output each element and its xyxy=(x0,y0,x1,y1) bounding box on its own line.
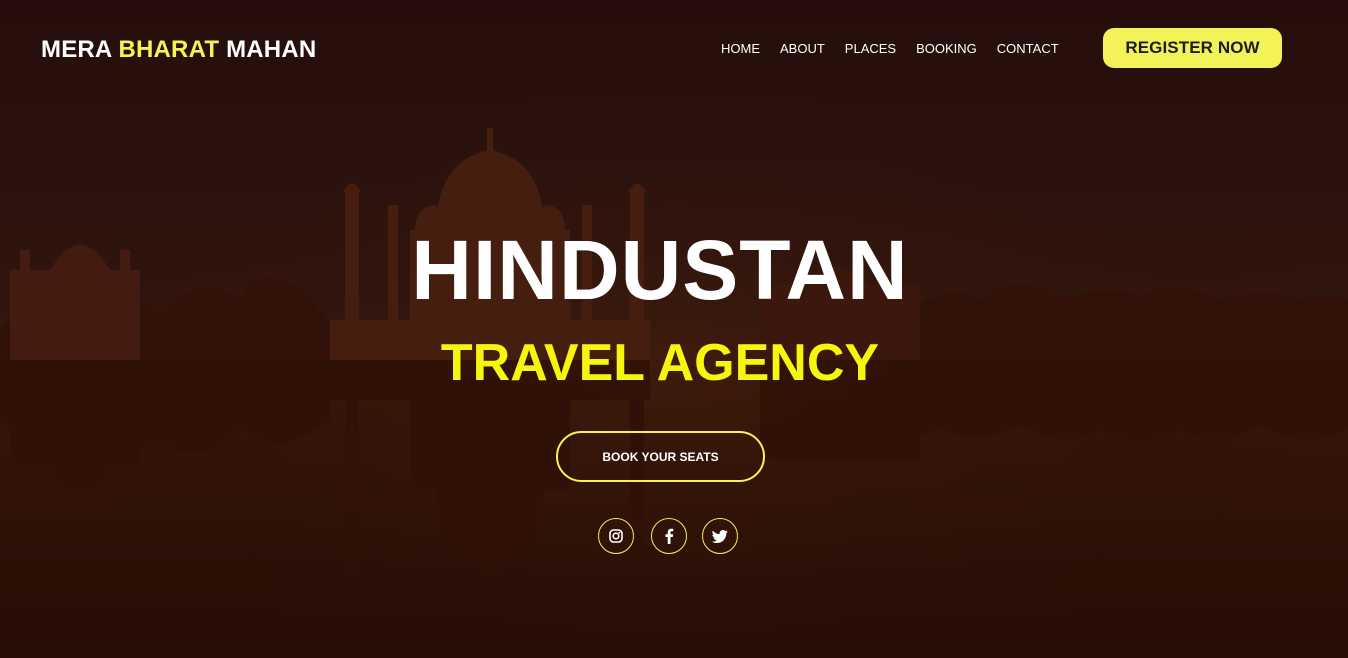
twitter-icon xyxy=(712,529,728,543)
nav-link-booking[interactable]: BOOKING xyxy=(916,41,977,56)
brand-logo[interactable]: MERA BHARAT MAHAN xyxy=(41,36,316,64)
brand-text-highlight: BHARAT xyxy=(118,36,220,63)
nav-link-places[interactable]: PLACES xyxy=(845,41,896,56)
hero-subtitle: TRAVEL AGENCY xyxy=(440,334,880,392)
navbar: MERA BHARAT MAHAN HOME ABOUT PLACES BOOK… xyxy=(0,0,1348,100)
brand-text-part2: MAHAN xyxy=(219,36,317,63)
hero-title: HINDUSTAN xyxy=(411,223,909,317)
instagram-icon xyxy=(609,529,623,543)
brand-text-part1: MERA xyxy=(41,36,119,63)
nav-link-home[interactable]: HOME xyxy=(721,41,760,56)
main-menu: HOME ABOUT PLACES BOOKING CONTACT xyxy=(721,41,1079,56)
instagram-link[interactable] xyxy=(598,518,634,554)
twitter-link[interactable] xyxy=(702,518,738,554)
facebook-icon xyxy=(664,528,674,544)
facebook-link[interactable] xyxy=(651,518,687,554)
book-your-seats-button[interactable]: BOOK YOUR SEATS xyxy=(556,431,765,482)
nav-link-about[interactable]: ABOUT xyxy=(780,41,825,56)
nav-link-contact[interactable]: CONTACT xyxy=(997,41,1059,56)
hero-section: MERA BHARAT MAHAN HOME ABOUT PLACES BOOK… xyxy=(0,0,1348,658)
register-now-button[interactable]: REGISTER NOW xyxy=(1103,28,1282,68)
